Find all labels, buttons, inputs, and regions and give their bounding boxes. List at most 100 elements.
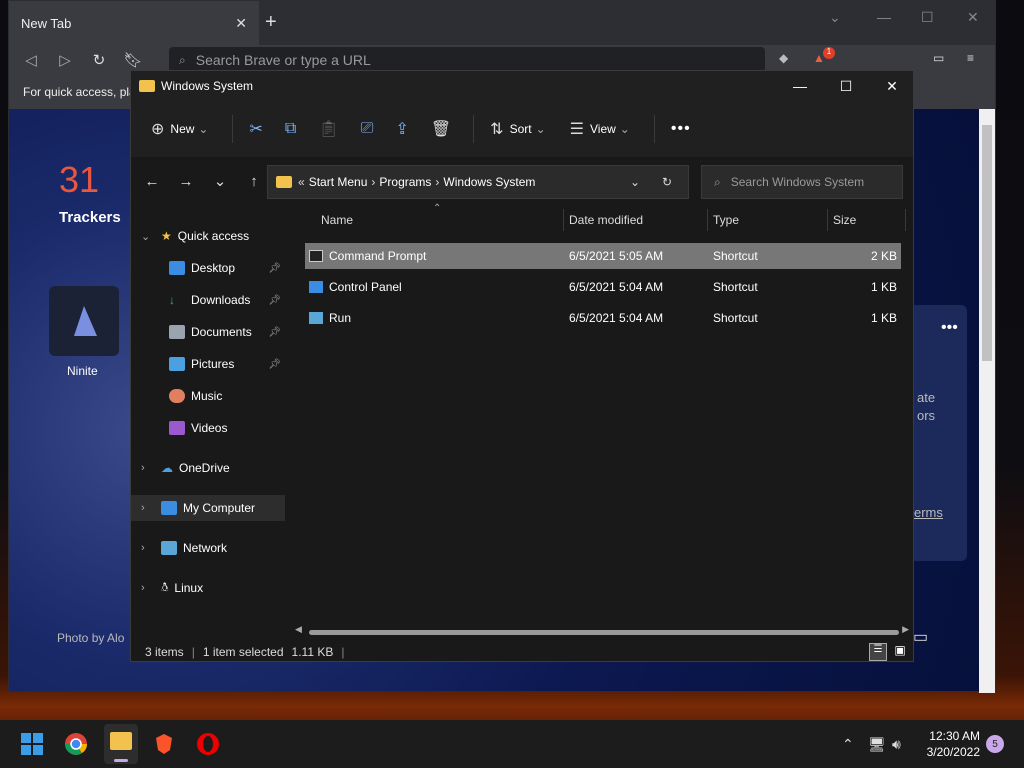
scroll-left-icon[interactable]: ◀	[295, 624, 302, 635]
close-tab-icon[interactable]: ✕	[235, 15, 247, 32]
breadcrumb-start-menu[interactable]: Start Menu	[309, 175, 368, 189]
tab-new-tab[interactable]: New Tab ✕	[9, 1, 259, 45]
more-options-icon[interactable]: •••	[663, 114, 699, 144]
chevron-right-icon[interactable]: ›	[141, 502, 145, 514]
nav-desktop[interactable]: Desktop 📌︎	[131, 255, 285, 281]
maximize-icon[interactable]: ☐	[921, 9, 934, 26]
chevron-right-icon[interactable]: ›	[371, 175, 375, 189]
delete-icon[interactable]: 🗑︎	[423, 113, 459, 145]
column-divider[interactable]	[905, 209, 906, 231]
forward-arrow-icon[interactable]: →	[169, 173, 203, 190]
bookmark-icon[interactable]: 🔖︎	[121, 51, 145, 69]
nav-videos[interactable]: Videos	[131, 415, 285, 441]
nav-label: Pictures	[191, 357, 235, 371]
close-icon[interactable]: ✕	[967, 9, 979, 26]
back-icon[interactable]: ◁	[19, 51, 43, 69]
scroll-right-icon[interactable]: ▶	[902, 624, 909, 635]
chevron-down-icon[interactable]: ⌄	[141, 230, 150, 243]
nav-quick-access[interactable]: ⌄ ★ Quick access	[131, 223, 285, 249]
nav-onedrive[interactable]: › ☁ OneDrive	[131, 455, 285, 481]
tiles-view-icon[interactable]: ▣	[891, 643, 909, 661]
nav-music[interactable]: Music	[131, 383, 285, 409]
reload-icon[interactable]: ↻	[87, 51, 111, 69]
menu-icon[interactable]: ≡	[967, 51, 974, 65]
tab-search-icon[interactable]: ⌄	[829, 9, 841, 26]
nav-linux[interactable]: › 🐧︎ Linux	[131, 575, 285, 601]
forward-icon[interactable]: ▷	[53, 51, 77, 69]
column-divider[interactable]	[827, 209, 828, 231]
brave-shields-icon[interactable]: ◆	[779, 51, 788, 65]
address-dropdown-icon[interactable]: ⌄	[630, 175, 640, 189]
breadcrumb-windows-system[interactable]: Windows System	[443, 175, 535, 189]
chevron-right-icon[interactable]: ›	[141, 582, 145, 594]
column-type[interactable]: Type	[713, 213, 739, 227]
column-name[interactable]: Name	[321, 213, 353, 227]
nav-network[interactable]: › Network	[131, 535, 285, 561]
table-row[interactable]: Control Panel 6/5/2021 5:04 AM Shortcut …	[305, 274, 901, 300]
minimize-icon[interactable]: —	[877, 9, 891, 25]
nav-pictures[interactable]: Pictures 📌︎	[131, 351, 285, 377]
back-arrow-icon[interactable]: ←	[135, 173, 169, 190]
column-divider[interactable]	[563, 209, 564, 231]
opera-icon[interactable]	[196, 732, 220, 756]
chevron-right-icon[interactable]: ›	[141, 462, 145, 474]
file-explorer-taskbar-button[interactable]	[104, 724, 138, 764]
star-icon: ★	[161, 229, 172, 243]
search-box[interactable]: ⌕ Search Windows System	[701, 165, 903, 199]
cut-icon[interactable]: ✂	[241, 113, 270, 145]
card-text-line-1: ate	[917, 390, 936, 405]
recent-locations-icon[interactable]: ⌄	[203, 172, 237, 190]
terms-link[interactable]: erms	[914, 505, 943, 520]
wallet-icon[interactable]: ▭	[933, 51, 944, 65]
chrome-icon[interactable]	[64, 732, 88, 756]
table-row[interactable]: Command Prompt 6/5/2021 5:05 AM Shortcut…	[305, 243, 901, 269]
clock[interactable]: 12:30 AM 3/20/2022	[927, 728, 980, 760]
column-divider[interactable]	[707, 209, 708, 231]
scroll-thumb[interactable]	[309, 630, 899, 635]
chevron-right-icon[interactable]: ›	[435, 175, 439, 189]
new-tab-button[interactable]: +	[265, 11, 277, 34]
page-scrollbar[interactable]	[979, 109, 995, 693]
more-icon[interactable]: •••	[941, 319, 958, 337]
ninite-tile[interactable]	[49, 286, 119, 356]
chevron-right-icon[interactable]: ›	[141, 542, 145, 554]
details-view-icon[interactable]: ☰	[869, 643, 887, 661]
videos-icon	[169, 421, 185, 435]
brave-icon[interactable]	[152, 732, 176, 756]
file-size: 1 KB	[870, 311, 897, 325]
chevron-up-icon[interactable]: ⌃	[842, 736, 854, 753]
table-row[interactable]: Run 6/5/2021 5:04 AM Shortcut 1 KB	[305, 305, 901, 331]
network-icon[interactable]: 🖥︎	[868, 736, 886, 753]
minimize-icon[interactable]: —	[777, 71, 823, 101]
chevron-down-icon: ⌄	[198, 122, 209, 136]
maximize-icon[interactable]: ☐	[823, 71, 869, 101]
notification-badge[interactable]: 5	[986, 735, 1004, 753]
column-size[interactable]: Size	[833, 213, 856, 227]
video-icon[interactable]: ▭	[913, 627, 928, 647]
breadcrumb-overflow[interactable]: «	[298, 175, 305, 189]
share-icon[interactable]: ⇪	[387, 113, 416, 145]
file-name: Control Panel	[329, 280, 402, 294]
volume-icon[interactable]: 🔊︎	[892, 736, 901, 753]
up-arrow-icon[interactable]: ↑	[237, 173, 271, 190]
start-windows-icon[interactable]	[20, 732, 44, 756]
scroll-thumb[interactable]	[982, 125, 992, 361]
breadcrumb-programs[interactable]: Programs	[379, 175, 431, 189]
nav-documents[interactable]: Documents 📌︎	[131, 319, 285, 345]
documents-icon	[169, 325, 185, 339]
rename-icon[interactable]: ⎚	[353, 114, 382, 144]
nav-downloads[interactable]: ↓ Downloads 📌︎	[131, 287, 285, 313]
view-button[interactable]: ☰ View ⌄	[562, 113, 638, 145]
copy-icon[interactable]: ⧉	[277, 114, 304, 144]
new-button[interactable]: ⊕ New ⌄	[143, 113, 216, 145]
sort-label: Sort	[509, 122, 532, 136]
sort-button[interactable]: ⇅ Sort ⌄	[482, 113, 553, 145]
view-icon: ☰	[569, 121, 584, 138]
horizontal-scrollbar[interactable]: ◀ ▶	[293, 624, 913, 637]
close-icon[interactable]: ✕	[869, 71, 915, 101]
column-date-modified[interactable]: Date modified	[569, 213, 643, 227]
nav-my-computer[interactable]: › My Computer	[131, 495, 285, 521]
paste-icon[interactable]: 📋︎	[310, 113, 346, 145]
refresh-icon[interactable]: ↻	[662, 175, 672, 189]
address-bar[interactable]: « Start Menu › Programs › Windows System…	[267, 165, 689, 199]
